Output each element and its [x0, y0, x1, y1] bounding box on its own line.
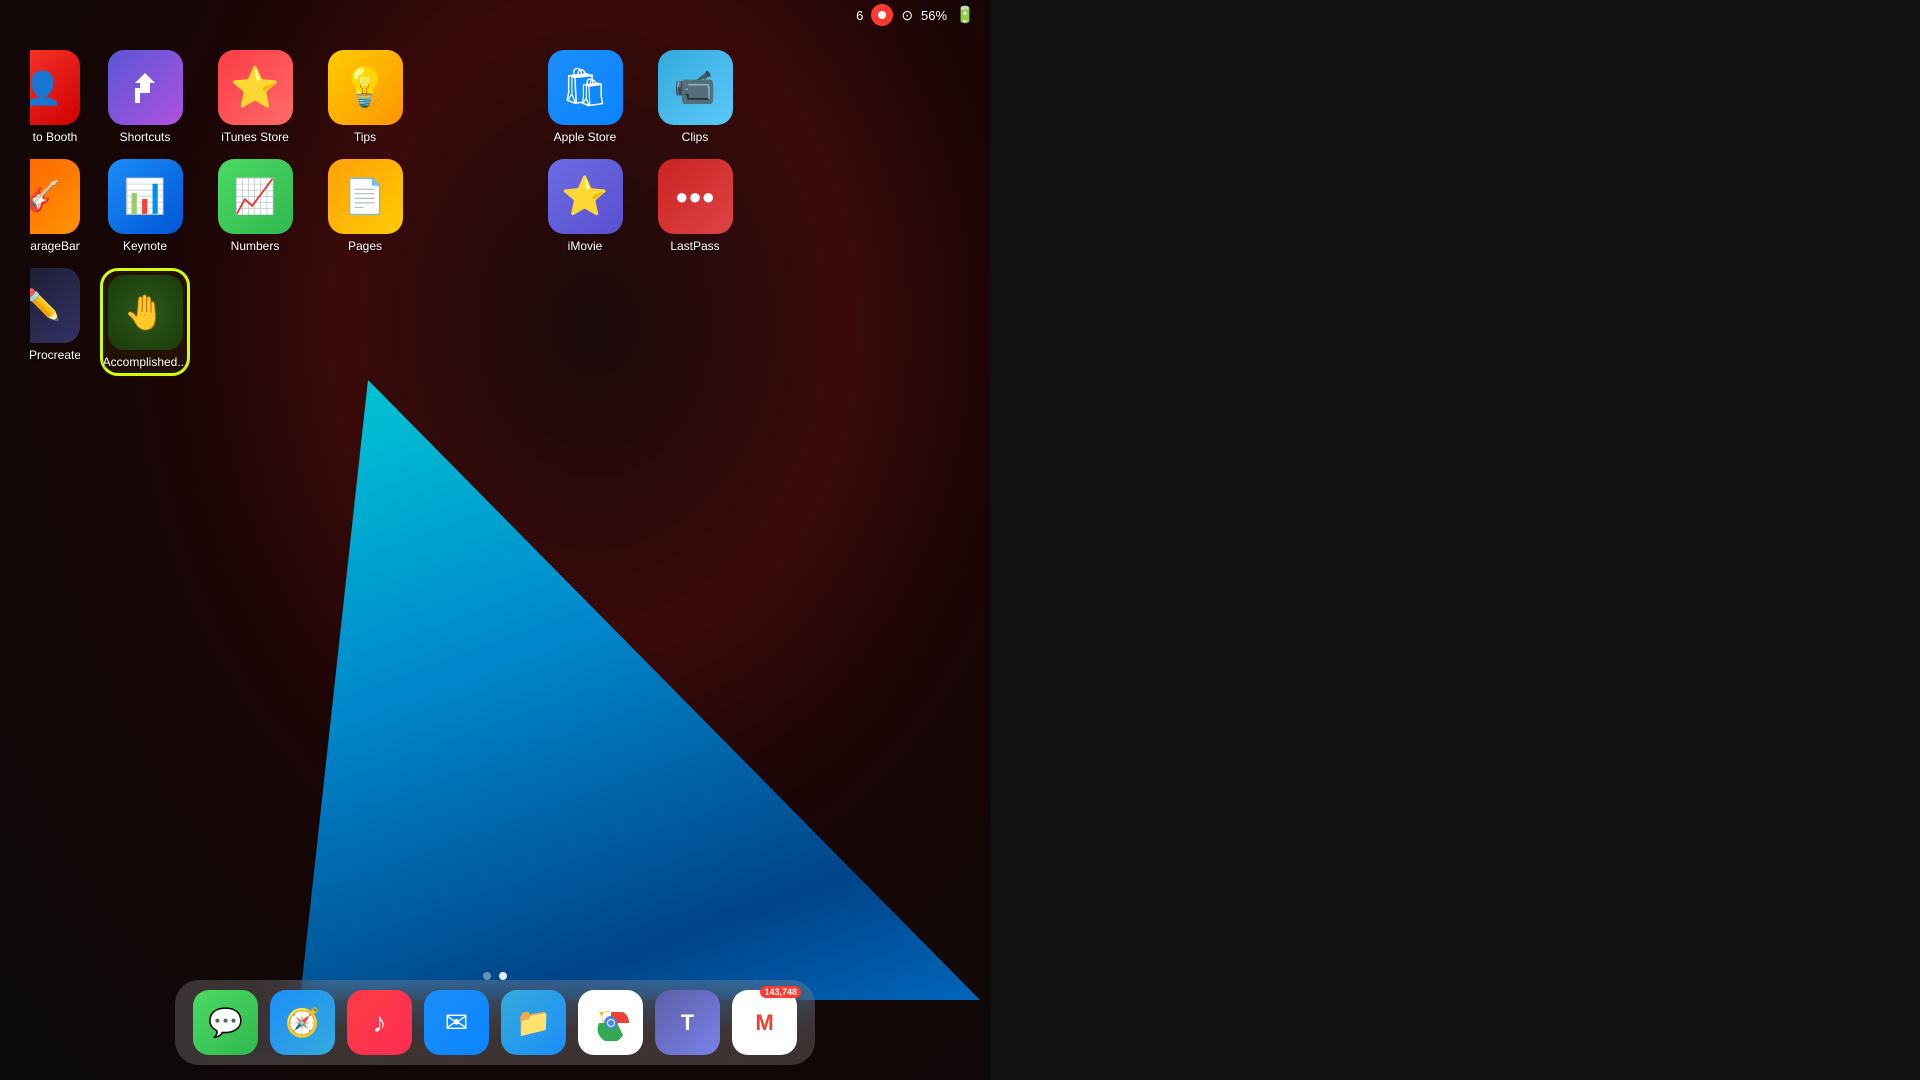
- app-clips[interactable]: 📹 Clips: [650, 50, 740, 144]
- safari-icon: 🧭: [285, 1006, 320, 1039]
- procreate-label: Procreate: [30, 348, 80, 362]
- app-keynote[interactable]: 📊 Keynote: [100, 159, 190, 253]
- app-apple-store[interactable]: 🛍 Apple Store: [540, 50, 630, 144]
- record-dot-inner: [878, 11, 886, 19]
- tips-icon: 💡: [328, 50, 403, 125]
- clips-icon: 📹: [658, 50, 733, 125]
- app-imovie[interactable]: ⭐ iMovie: [540, 159, 630, 253]
- page-dots: [483, 972, 507, 980]
- dock-gmail[interactable]: M 143,748: [732, 990, 797, 1055]
- dock-safari[interactable]: 🧭: [270, 990, 335, 1055]
- procreate-icon: ✏️: [30, 268, 80, 343]
- tips-label: Tips: [354, 130, 376, 144]
- pages-icon: 📄: [328, 159, 403, 234]
- numbers-label: Numbers: [231, 239, 280, 253]
- page-dot-1[interactable]: [483, 972, 491, 980]
- record-indicator: [871, 4, 893, 26]
- app-pages[interactable]: 📄 Pages: [320, 159, 410, 253]
- dock-mail[interactable]: ✉: [424, 990, 489, 1055]
- app-accomplished[interactable]: 🤚 Accomplished...: [100, 268, 190, 376]
- mail-icon: ✉: [445, 1006, 468, 1039]
- dock-teams[interactable]: T: [655, 990, 720, 1055]
- dock-chrome[interactable]: [578, 990, 643, 1055]
- accomplished-icon: 🤚: [108, 275, 183, 350]
- keynote-label: Keynote: [123, 239, 167, 253]
- messages-icon: 💬: [208, 1006, 243, 1039]
- numbers-icon: 📈: [218, 159, 293, 234]
- garageband-label: GarageBand: [30, 239, 80, 253]
- pages-label: Pages: [348, 239, 382, 253]
- chrome-icon: [593, 1005, 629, 1041]
- app-numbers[interactable]: 📈 Numbers: [210, 159, 300, 253]
- wifi-icon: ⊙: [901, 7, 913, 24]
- app-row-1: 👤 to Booth Shortcuts ⭐ iTunes Store: [30, 50, 960, 144]
- ipad-dock: 💬 🧭 ♪ ✉ 📁 T M: [175, 980, 815, 1065]
- dock-music[interactable]: ♪: [347, 990, 412, 1055]
- app-garageband[interactable]: 🎸 GarageBand: [30, 159, 80, 253]
- imovie-label: iMovie: [568, 239, 603, 253]
- lastpass-label: LastPass: [670, 239, 719, 253]
- battery-percent: 56%: [921, 8, 947, 23]
- ipad-statusbar: 6 ⊙ 56% 🔋: [0, 0, 990, 30]
- music-icon: ♪: [373, 1007, 387, 1039]
- app-grid: 👤 to Booth Shortcuts ⭐ iTunes Store: [0, 40, 990, 396]
- teams-icon: T: [681, 1010, 694, 1036]
- page-dot-2[interactable]: [499, 972, 507, 980]
- imovie-icon: ⭐: [548, 159, 623, 234]
- dock-messages[interactable]: 💬: [193, 990, 258, 1055]
- photo-booth-icon: 👤: [30, 50, 80, 125]
- files-icon: 📁: [516, 1006, 551, 1039]
- right-fill: 6:46 📶 🔵 94% 🔋 G 🎤 🤚 Accomplish...: [990, 0, 1920, 1080]
- itunes-label: iTunes Store: [221, 130, 289, 144]
- accomplished-label: Accomplished...: [103, 355, 188, 369]
- app-shortcuts[interactable]: Shortcuts: [100, 50, 190, 144]
- ipad-time: 6: [856, 8, 863, 23]
- battery-icon: 🔋: [955, 5, 975, 25]
- shortcuts-icon: [108, 50, 183, 125]
- app-row-3: ✏️ Procreate 🤚 Accomplished...: [30, 268, 960, 376]
- shortcuts-label: Shortcuts: [120, 130, 171, 144]
- app-row-2: 🎸 GarageBand 📊 Keynote 📈 Numbers 📄: [30, 159, 960, 253]
- clips-label: Clips: [682, 130, 709, 144]
- lastpass-icon: ●●●: [658, 159, 733, 234]
- garageband-icon: 🎸: [30, 159, 80, 234]
- gmail-icon: M: [755, 1010, 773, 1036]
- gmail-badge: 143,748: [760, 986, 801, 998]
- keynote-icon: 📊: [108, 159, 183, 234]
- apple-store-icon: 🛍: [548, 50, 623, 125]
- app-itunes[interactable]: ⭐ iTunes Store: [210, 50, 300, 144]
- ipad-screen: 6 ⊙ 56% 🔋 👤 to Booth: [0, 0, 990, 1080]
- app-tips[interactable]: 💡 Tips: [320, 50, 410, 144]
- itunes-icon: ⭐: [218, 50, 293, 125]
- apple-store-label: Apple Store: [554, 130, 617, 144]
- dock-files[interactable]: 📁: [501, 990, 566, 1055]
- photo-booth-label: to Booth: [33, 130, 78, 144]
- app-procreate[interactable]: ✏️ Procreate: [30, 268, 80, 362]
- app-lastpass[interactable]: ●●● LastPass: [650, 159, 740, 253]
- app-photo-booth[interactable]: 👤 to Booth: [30, 50, 80, 144]
